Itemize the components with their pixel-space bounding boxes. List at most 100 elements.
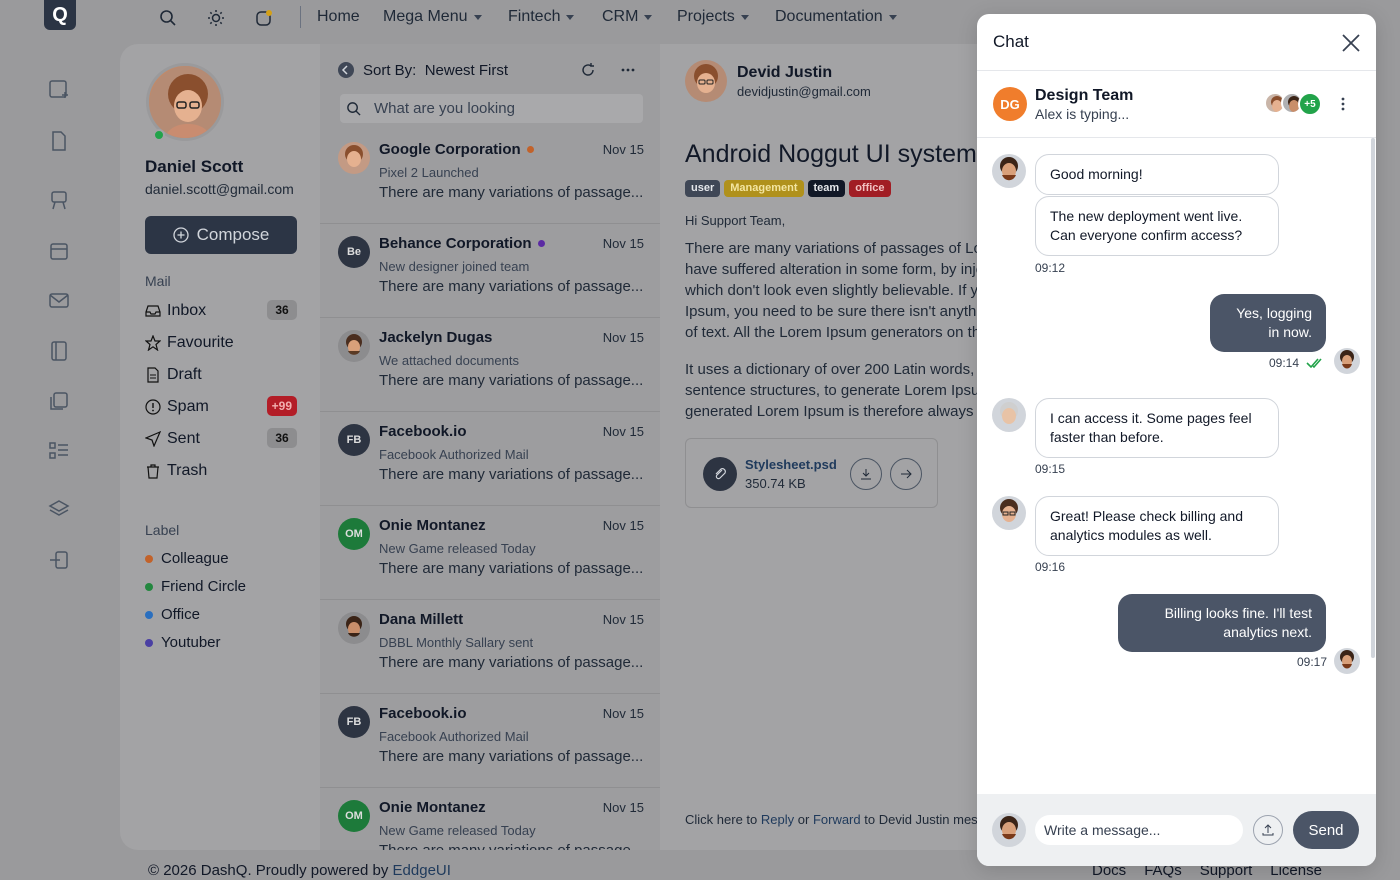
easel-icon[interactable]	[48, 189, 72, 213]
tag-office[interactable]: office	[849, 180, 891, 197]
label-color-dot	[145, 610, 153, 619]
compose-button[interactable]: Compose	[145, 216, 297, 254]
outgoing-message: Yes, logging in now.	[1210, 294, 1326, 352]
message-input[interactable]: Write a message...	[1035, 815, 1243, 845]
logout-icon[interactable]	[48, 549, 72, 573]
email-preview: There are many variations of passage...	[379, 278, 644, 295]
incoming-message: Great! Please check billing and analytic…	[1035, 496, 1279, 556]
email-list-item[interactable]: Dana Millett Nov 15 DBBL Monthly Sallary…	[320, 600, 660, 694]
add-page-icon[interactable]	[48, 78, 72, 102]
tag-user[interactable]: user	[685, 180, 721, 197]
forward-link[interactable]: Forward	[813, 812, 861, 827]
footer-copyright: © 2026 DashQ. Proudly powered by EddgeUI	[148, 862, 451, 879]
typing-indicator: Alex is typing...	[1035, 106, 1130, 122]
email-list-item[interactable]: Be Behance Corporation Nov 15 New design…	[320, 224, 660, 318]
files-icon[interactable]	[48, 390, 72, 414]
email-reader-panel: Devid Justin devidjustin@gmail.com Andro…	[660, 44, 990, 850]
kebab-menu-icon[interactable]	[1336, 96, 1350, 117]
close-icon[interactable]	[1340, 32, 1362, 59]
task-list-icon[interactable]	[48, 440, 72, 464]
document-icon[interactable]	[48, 130, 72, 154]
download-icon[interactable]	[850, 458, 882, 490]
mail-folder-inbox[interactable]: Inbox 36	[145, 299, 297, 323]
brand-link[interactable]: EddgeUI	[393, 862, 451, 879]
menu-fintech[interactable]: Fintech	[508, 8, 575, 26]
label-colleague[interactable]: Colleague	[145, 550, 229, 567]
more-options-icon[interactable]	[620, 62, 636, 83]
tag-team[interactable]: team	[807, 180, 846, 197]
compose-label: Compose	[196, 225, 270, 244]
mail-folder-spam[interactable]: Spam +99	[145, 395, 297, 419]
inbox-icon	[145, 305, 161, 317]
message-time: 09:17	[1297, 655, 1328, 669]
menu-mega-menu[interactable]: Mega Menu	[383, 8, 482, 26]
calendar-icon[interactable]	[48, 240, 72, 264]
mail-icon[interactable]	[48, 289, 72, 313]
email-sender: Google Corporation	[379, 141, 534, 158]
label-text: Office	[161, 606, 200, 623]
profile-email: daniel.scott@gmail.com	[145, 181, 294, 197]
sender-avatar: OM	[338, 518, 370, 550]
email-preview: There are many variations of passage...	[379, 654, 644, 671]
reply-suffix-text: to Devid Justin message	[864, 812, 990, 827]
menu-projects[interactable]: Projects	[677, 8, 749, 26]
chat-drawer: Chat DG Design Team Alex is typing... +5…	[977, 14, 1376, 866]
layers-icon[interactable]	[48, 498, 72, 522]
attachment-name[interactable]: Stylesheet.psd	[745, 457, 837, 472]
email-date: Nov 15	[602, 142, 644, 157]
menu-crm[interactable]: CRM	[602, 8, 653, 26]
back-arrow-icon[interactable]	[338, 62, 354, 78]
email-date: Nov 15	[602, 330, 644, 345]
caret-down-icon	[888, 14, 897, 20]
incoming-message: I can access it. Some pages feel faster …	[1035, 398, 1279, 458]
tag-management[interactable]: Management	[724, 180, 804, 197]
label-office[interactable]: Office	[145, 606, 200, 623]
sender-avatar	[685, 60, 727, 102]
caret-down-icon	[740, 14, 749, 20]
refresh-icon[interactable]	[580, 62, 596, 83]
menu-label: Projects	[677, 8, 735, 25]
notification-icon[interactable]	[254, 8, 274, 28]
caret-down-icon	[473, 14, 482, 20]
more-members-badge[interactable]: +5	[1298, 92, 1322, 116]
reply-link[interactable]: Reply	[761, 812, 794, 827]
message-placeholder: Write a message...	[1044, 822, 1161, 838]
group-avatar: DG	[993, 87, 1027, 121]
email-list-item[interactable]: OM Onie Montanez Nov 15 New Game release…	[320, 788, 660, 850]
label-color-dot	[145, 554, 153, 563]
mail-folder-favourite[interactable]: Favourite	[145, 331, 297, 355]
folder-label: Inbox	[167, 302, 207, 319]
sort-dropdown[interactable]: Sort By: Newest First	[363, 62, 508, 79]
email-search-input[interactable]: What are you looking	[340, 94, 643, 123]
menu-label: Home	[317, 8, 360, 25]
reply-forward-line: Click here to Reply or Forward to Devid …	[685, 812, 990, 827]
send-button[interactable]: Send	[1293, 811, 1359, 849]
chat-scrollbar[interactable]	[1371, 138, 1375, 658]
or-text: or	[797, 812, 810, 827]
upload-icon[interactable]	[1253, 815, 1283, 845]
email-list-item[interactable]: FB Facebook.io Nov 15 Facebook Authorize…	[320, 694, 660, 788]
menu-home[interactable]: Home	[317, 8, 360, 26]
label-friend-circle[interactable]: Friend Circle	[145, 578, 246, 595]
email-list-item[interactable]: Google Corporation Nov 15 Pixel 2 Launch…	[320, 130, 660, 224]
menu-documentation[interactable]: Documentation	[775, 8, 897, 26]
email-list-item[interactable]: Jackelyn Dugas Nov 15 We attached docume…	[320, 318, 660, 412]
mail-folder-draft[interactable]: Draft	[145, 363, 297, 387]
mail-folder-trash[interactable]: Trash	[145, 459, 297, 483]
email-list-item[interactable]: OM Onie Montanez Nov 15 New Game release…	[320, 506, 660, 600]
trash-icon	[147, 464, 159, 479]
sun-icon[interactable]	[206, 8, 226, 28]
notebook-icon[interactable]	[48, 340, 72, 364]
email-subject: New Game released Today	[379, 541, 536, 556]
label-section-label: Label	[145, 522, 180, 538]
folder-label: Sent	[167, 430, 200, 447]
folder-label: Spam	[167, 398, 209, 415]
folder-label: Favourite	[167, 334, 234, 351]
search-icon[interactable]	[158, 8, 178, 28]
forward-arrow-icon[interactable]	[890, 458, 922, 490]
mail-folder-sent[interactable]: Sent 36	[145, 427, 297, 451]
my-avatar	[1334, 348, 1360, 374]
app-logo[interactable]: Q	[44, 0, 76, 30]
email-list-item[interactable]: FB Facebook.io Nov 15 Facebook Authorize…	[320, 412, 660, 506]
label-youtuber[interactable]: Youtuber	[145, 634, 221, 651]
